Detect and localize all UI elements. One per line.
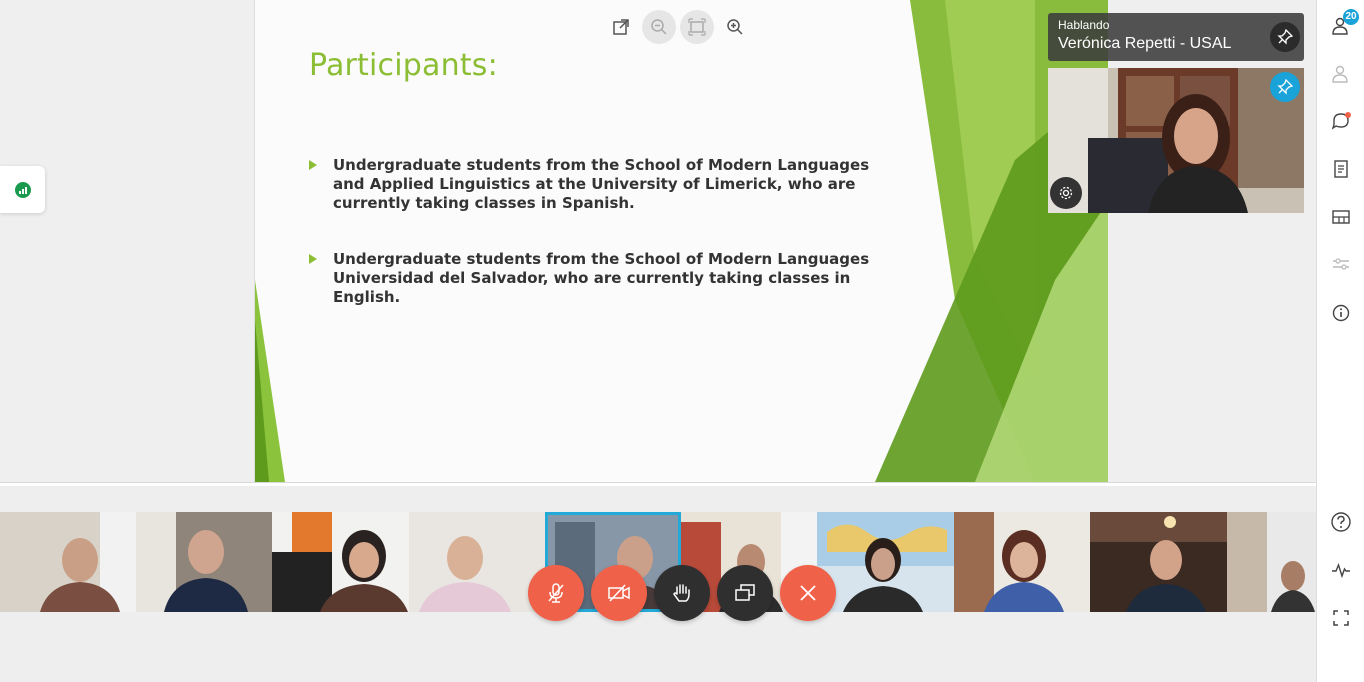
pinned-button[interactable] — [1270, 72, 1300, 102]
call-controls — [528, 565, 836, 621]
microphone-off-icon — [548, 583, 564, 603]
layout-button[interactable] — [1329, 205, 1353, 229]
speaker-name: Verónica Repetti - USAL — [1058, 35, 1232, 52]
fullscreen-button[interactable] — [1329, 606, 1353, 630]
slide-bullet: Undergraduate students from the School o… — [309, 156, 899, 213]
slide-bullet: Undergraduate students from the School o… — [309, 250, 899, 307]
external-link-icon — [613, 19, 629, 35]
speaking-status: Hablando — [1058, 18, 1110, 32]
pin-icon — [1277, 79, 1293, 95]
bullet-text: Undergraduate students from the School o… — [333, 156, 870, 212]
stats-icon — [1332, 562, 1350, 579]
info-button[interactable] — [1329, 301, 1353, 325]
participant-thumbnail[interactable] — [272, 512, 409, 612]
bullet-arrow-icon — [309, 160, 317, 170]
connection-quality-tab[interactable] — [0, 166, 45, 213]
mute-mic-button[interactable] — [528, 565, 584, 621]
raise-hand-button[interactable] — [654, 565, 710, 621]
zoom-out-icon — [651, 19, 667, 35]
participant-thumbnail[interactable] — [136, 512, 272, 612]
slide-title: Participants: — [309, 48, 498, 83]
zoom-out-button[interactable] — [642, 10, 676, 44]
zoom-toolbar — [604, 10, 752, 44]
settings-sliders-icon — [1333, 258, 1349, 270]
active-speaker-label: Hablando Verónica Repetti - USAL — [1048, 13, 1304, 61]
bullet-arrow-icon — [309, 254, 317, 264]
participant-thumbnail[interactable] — [954, 512, 1090, 612]
gear-icon — [1059, 186, 1073, 200]
pin-icon — [1277, 29, 1293, 45]
video-settings-button[interactable] — [1050, 177, 1082, 209]
presentation-slide: Participants: Undergraduate students fro… — [254, 0, 1108, 482]
notes-button[interactable] — [1329, 157, 1353, 181]
pin-speaker-button[interactable] — [1270, 22, 1300, 52]
divider — [0, 482, 1316, 486]
share-screen-icon — [735, 584, 755, 601]
right-sidebar: 20 — [1316, 0, 1364, 682]
zoom-in-button[interactable] — [718, 10, 752, 44]
share-screen-button[interactable] — [717, 565, 773, 621]
leave-call-button[interactable] — [780, 565, 836, 621]
stop-camera-button[interactable] — [591, 565, 647, 621]
fullscreen-icon — [1333, 610, 1349, 626]
help-icon — [1331, 512, 1351, 532]
participant-thumbnail[interactable] — [0, 512, 136, 612]
add-user-icon — [1332, 65, 1348, 83]
fit-screen-button[interactable] — [680, 10, 714, 44]
signal-icon — [14, 181, 31, 198]
participant-count-badge: 20 — [1343, 9, 1359, 25]
info-icon — [1332, 304, 1350, 322]
speaker-video-frame — [1048, 68, 1304, 213]
participant-thumbnail[interactable] — [409, 512, 545, 612]
settings-sliders-button[interactable] — [1329, 252, 1353, 276]
open-external-button[interactable] — [604, 10, 638, 44]
unread-indicator — [1345, 112, 1351, 118]
hand-icon — [673, 584, 690, 602]
help-button[interactable] — [1329, 510, 1353, 534]
stats-button[interactable] — [1329, 558, 1353, 582]
fit-screen-icon — [688, 18, 706, 36]
zoom-in-icon — [727, 19, 743, 35]
close-icon — [800, 585, 816, 601]
add-user-button[interactable] — [1329, 62, 1353, 86]
active-speaker-video[interactable] — [1048, 68, 1304, 213]
bullet-text: Undergraduate students from the School o… — [333, 250, 870, 306]
camera-off-icon — [608, 584, 630, 602]
notes-icon — [1334, 160, 1348, 178]
participant-thumbnail[interactable] — [1090, 512, 1227, 612]
participant-thumbnail[interactable] — [1227, 512, 1316, 612]
layout-icon — [1332, 210, 1350, 224]
participant-thumbnail[interactable] — [817, 512, 954, 612]
